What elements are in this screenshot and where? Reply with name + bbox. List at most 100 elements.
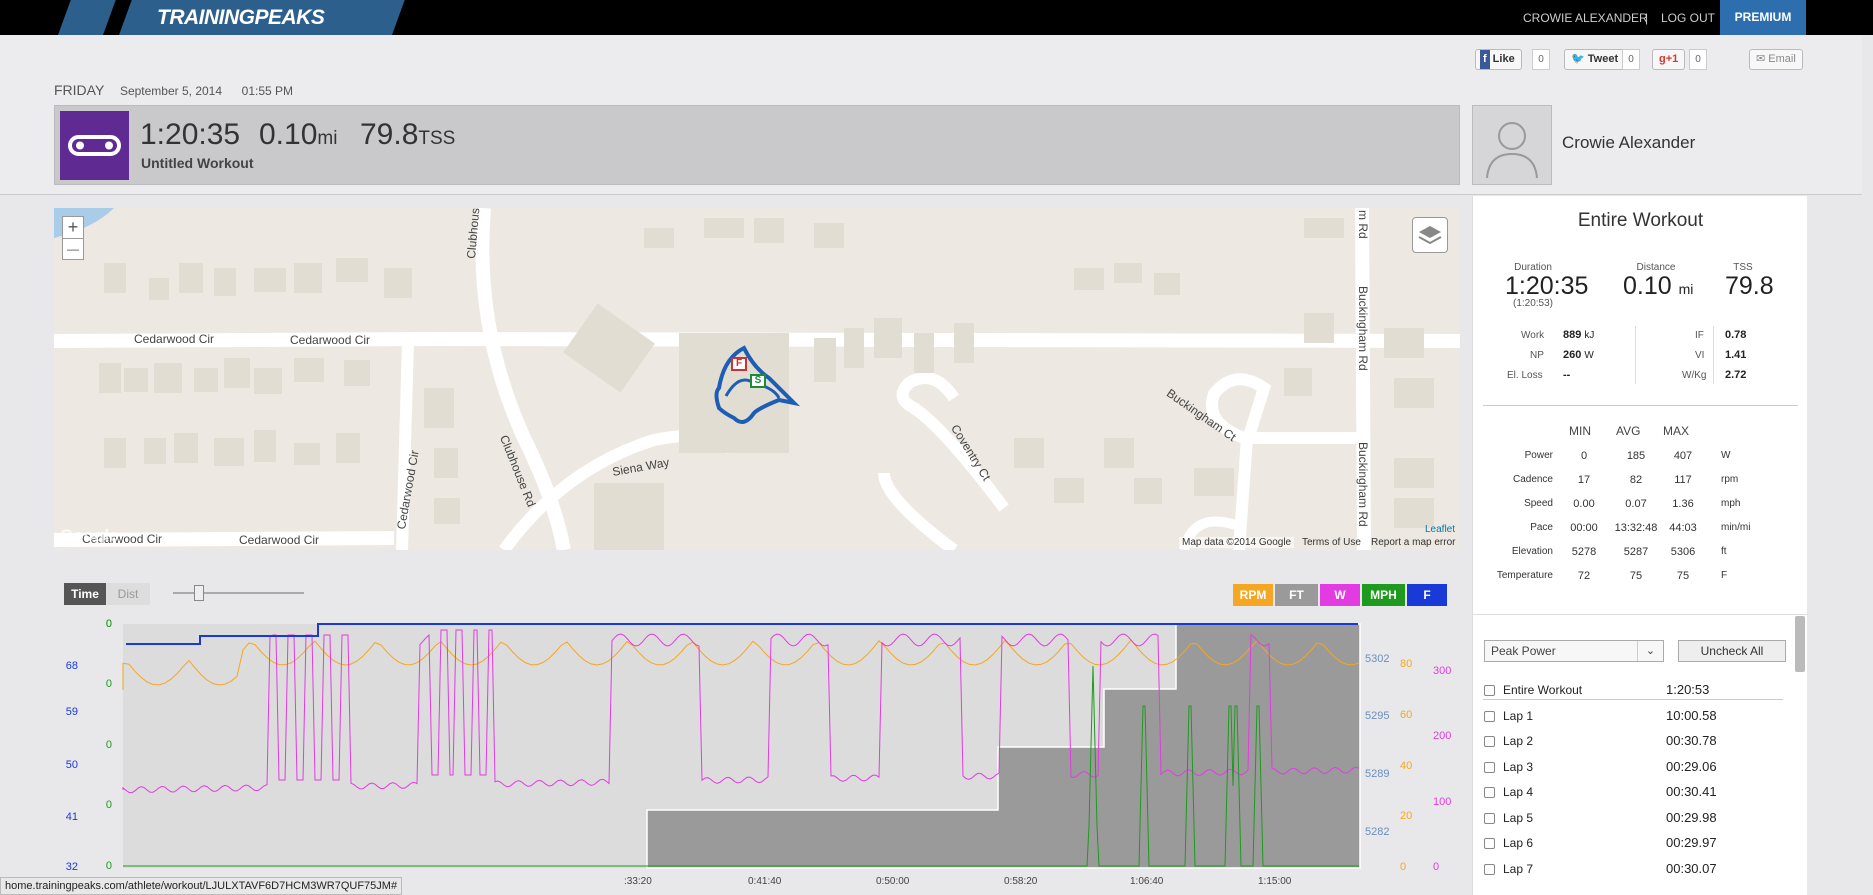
email-button[interactable]: ✉ Email xyxy=(1749,49,1803,70)
stat-unit: mph xyxy=(1721,498,1741,509)
brand-logo[interactable]: TRAININGPEAKS xyxy=(157,6,325,30)
top-nav-bar: TRAININGPEAKS CROWIE ALEXANDER | LOG OUT… xyxy=(0,0,1873,48)
user-name-link[interactable]: CROWIE ALEXANDER xyxy=(1523,11,1648,25)
leaflet-link[interactable]: Leaflet xyxy=(1425,524,1455,535)
facebook-like-button[interactable]: f Like xyxy=(1475,49,1522,70)
workout-graph[interactable] xyxy=(0,600,1472,876)
axis-label-ft: 5282 xyxy=(1365,826,1390,838)
x-axis-tick: 0:50:00 xyxy=(876,876,910,887)
zoom-in-button[interactable]: + xyxy=(62,216,84,238)
elevation-loss-label: El. Loss xyxy=(1507,370,1543,381)
finish-marker[interactable]: F xyxy=(731,357,747,371)
stat-label: Cadence xyxy=(1512,474,1553,485)
premium-button[interactable]: PREMIUM xyxy=(1720,0,1806,35)
workout-time: 01:55 PM xyxy=(241,84,294,98)
layers-button[interactable] xyxy=(1412,217,1448,253)
axis-label-rpm: 0 xyxy=(1400,861,1407,873)
axis-label-w: 200 xyxy=(1433,730,1452,742)
stat-unit: ft xyxy=(1721,546,1727,557)
vi-value: 1.41 xyxy=(1725,349,1747,361)
axis-label-f: 50 xyxy=(65,759,78,771)
lap-label[interactable]: Entire Workout xyxy=(1503,683,1582,697)
axis-label-ft: 5289 xyxy=(1365,768,1390,780)
axis-label-rpm: 80 xyxy=(1400,658,1413,670)
tweet-button[interactable]: 🐦 Tweet xyxy=(1564,49,1626,70)
lap-label[interactable]: Lap 7 xyxy=(1503,862,1533,876)
athlete-name[interactable]: Crowie Alexander xyxy=(1562,133,1695,153)
lap-checkbox[interactable] xyxy=(1484,736,1495,747)
if-label: IF xyxy=(1695,330,1704,341)
lap-checkbox[interactable] xyxy=(1484,787,1495,798)
workout-summary-panel: Entire Workout Duration 1:20:35 (1:20:53… xyxy=(1472,196,1808,895)
stat-avg: 75 xyxy=(1629,570,1643,582)
x-axis-tick: 1:06:40 xyxy=(1130,876,1164,887)
start-marker[interactable]: S xyxy=(750,374,766,388)
twitter-icon: 🐦 xyxy=(1571,53,1585,65)
route-map[interactable]: F S Cedarwood Cir Cedarwood Cir Clubhous… xyxy=(54,208,1460,550)
np-label: NP xyxy=(1530,350,1544,361)
athlete-card: Crowie Alexander xyxy=(1472,105,1862,185)
lap-time: 00:30.07 xyxy=(1666,860,1717,876)
stat-label: Elevation xyxy=(1511,546,1553,557)
x-axis-tick: :33:20 xyxy=(624,876,652,887)
lap-checkbox[interactable] xyxy=(1484,761,1495,773)
workout-day: FRIDAY xyxy=(54,82,105,98)
lap-time: 00:29.97 xyxy=(1666,835,1717,850)
zoom-slider-handle[interactable] xyxy=(194,585,204,601)
lap-label[interactable]: Lap 3 xyxy=(1503,760,1533,774)
elevation-loss-value: -- xyxy=(1563,369,1571,381)
gplus-icon: g xyxy=(1659,53,1666,65)
zoom-out-button[interactable]: — xyxy=(62,238,84,260)
axis-label-mph: 0 xyxy=(105,618,112,630)
lap-label[interactable]: Lap 6 xyxy=(1503,836,1533,850)
lap-checkbox[interactable] xyxy=(1484,685,1495,696)
summary-distance: 0.10mi xyxy=(259,118,338,151)
axis-label-rpm: 60 xyxy=(1400,709,1413,721)
x-axis-tick: 0:58:20 xyxy=(1004,876,1038,887)
terms-link[interactable]: Terms of Use xyxy=(1302,537,1361,548)
lap-label[interactable]: Lap 2 xyxy=(1503,734,1533,748)
road-label: Cedarwood Cir xyxy=(239,533,320,547)
axis-label-f: 59 xyxy=(65,706,78,718)
axis-label-mph: 0 xyxy=(105,739,112,751)
lap-label[interactable]: Lap 1 xyxy=(1503,709,1533,723)
road-label: Buckingham Rd xyxy=(1356,286,1370,371)
axis-label-rpm: 20 xyxy=(1400,810,1413,822)
layers-icon xyxy=(1418,226,1442,245)
if-value: 0.78 xyxy=(1725,329,1747,341)
stat-max: 44:03 xyxy=(1669,522,1697,534)
workout-date: September 5, 2014 xyxy=(119,84,223,98)
wkg-label: W/Kg xyxy=(1682,370,1707,381)
road-label: m Rd xyxy=(1356,210,1370,239)
summary-title: Entire Workout xyxy=(1577,210,1704,231)
stat-max: 117 xyxy=(1674,474,1692,486)
lap-time: 00:30.41 xyxy=(1666,784,1717,799)
stats-header-avg: AVG xyxy=(1616,424,1641,438)
peak-dropdown[interactable]: Peak Power ⌄ xyxy=(1484,640,1664,662)
stat-max: 1.36 xyxy=(1672,498,1694,510)
zoom-slider-track[interactable] xyxy=(173,592,304,594)
lap-checkbox[interactable] xyxy=(1484,812,1495,824)
lap-time: 00:30.78 xyxy=(1666,733,1717,748)
uncheck-all-button[interactable]: Uncheck All xyxy=(1678,640,1786,662)
divider xyxy=(1483,405,1798,406)
lap-label[interactable]: Lap 5 xyxy=(1503,811,1533,825)
stat-min: 0 xyxy=(1580,450,1588,462)
avatar xyxy=(1472,105,1552,185)
axis-label-ft: 5302 xyxy=(1365,653,1390,665)
lap-checkbox[interactable] xyxy=(1484,710,1495,722)
report-map-error-link[interactable]: Report a map error xyxy=(1371,537,1455,548)
lap-checkbox[interactable] xyxy=(1484,838,1495,849)
axis-label-w: 100 xyxy=(1433,796,1452,808)
logout-link[interactable]: LOG OUT xyxy=(1661,11,1715,25)
stat-min: 00:00 xyxy=(1570,522,1598,534)
lap-checkbox[interactable] xyxy=(1484,863,1495,875)
lap-label[interactable]: Lap 4 xyxy=(1503,785,1533,799)
bike-sport-icon xyxy=(60,111,129,180)
scrollbar-thumb[interactable] xyxy=(1795,616,1805,672)
gplus-button[interactable]: g+1 xyxy=(1652,49,1686,70)
workout-title[interactable]: Untitled Workout xyxy=(141,155,254,171)
facebook-icon: f xyxy=(1480,50,1490,69)
divider xyxy=(1473,614,1808,615)
workout-summary-bar: 1:20:35 0.10mi 79.8TSS Untitled Workout xyxy=(54,105,1460,185)
